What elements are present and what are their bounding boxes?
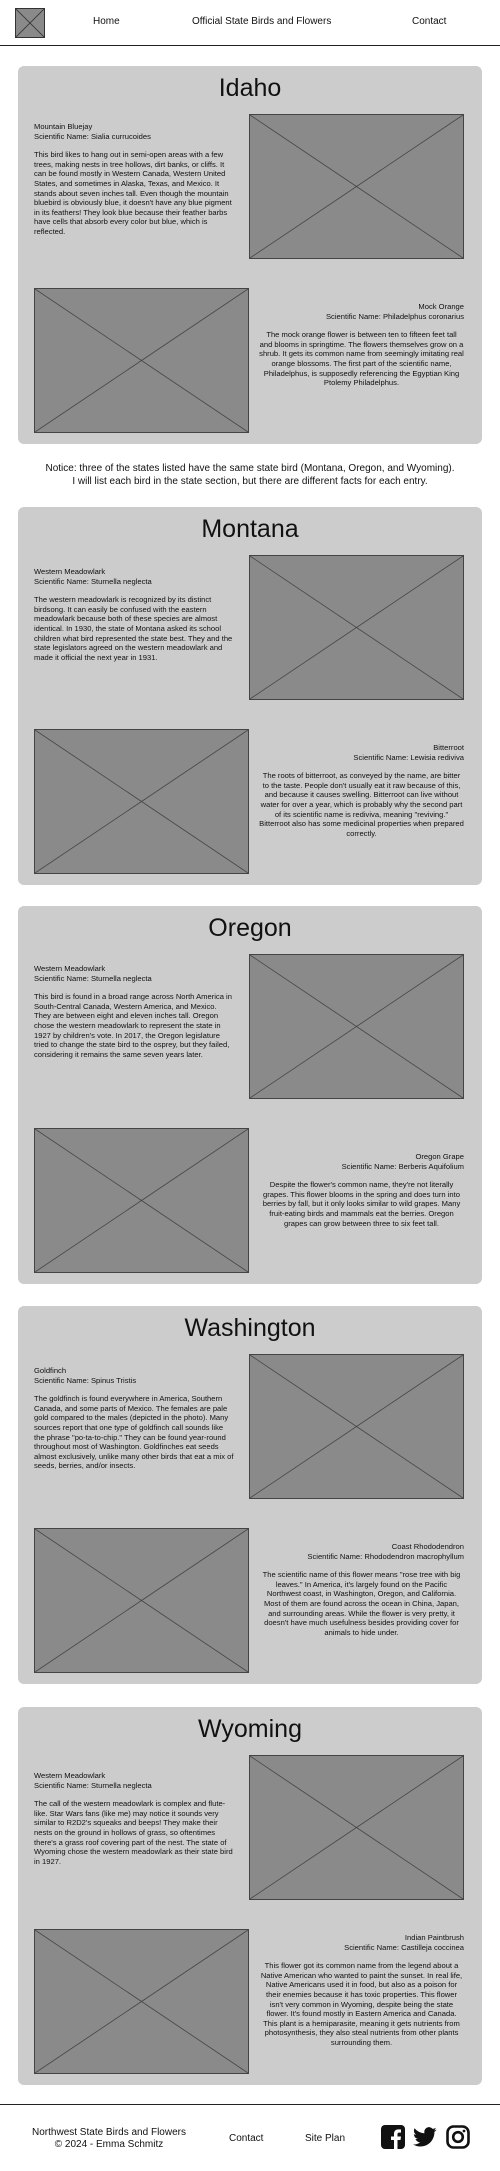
logo-placeholder-icon[interactable]: [14, 7, 46, 39]
state-section-washington: Washington Goldfinch Scientific Name: Sp…: [18, 1306, 482, 1684]
site-footer: Northwest State Birds and Flowers © 2024…: [0, 2104, 500, 2171]
bird-image-placeholder: [249, 114, 464, 259]
bird-scientific-name: Scientific Name: Sturnella neglecta: [34, 576, 152, 586]
bird-scientific-name: Scientific Name: Sturnella neglecta: [34, 973, 152, 983]
footer-contact-link[interactable]: Contact: [229, 2133, 263, 2144]
bird-info: Goldfinch Scientific Name: Spinus Tristi…: [34, 1366, 234, 1471]
flower-common-name: Mock Orange: [418, 302, 464, 311]
state-section-wyoming: Wyoming Western Meadowlark Scientific Na…: [18, 1707, 482, 2085]
bird-common-name: Western Meadowlark: [34, 964, 106, 973]
flower-info: Oregon Grape Scientific Name: Berberis A…: [259, 1152, 464, 1228]
bird-description: This bird likes to hang out in semi-open…: [34, 150, 232, 236]
flower-image-placeholder: [34, 1929, 249, 2074]
bird-image-placeholder: [249, 555, 464, 700]
instagram-icon[interactable]: [446, 2125, 470, 2149]
footer-copyright: © 2024 - Emma Schmitz: [54, 2139, 164, 2150]
state-title: Montana: [201, 515, 299, 543]
footer-site-plan-link[interactable]: Site Plan: [305, 2133, 345, 2144]
flower-common-name: Indian Paintbrush: [404, 1933, 464, 1942]
notice-text: Notice: three of the states listed have …: [18, 462, 482, 488]
flower-image-placeholder: [34, 1128, 249, 1273]
nav-birds-flowers-link[interactable]: Official State Birds and Flowers: [192, 16, 331, 27]
footer-brand: Northwest State Birds and Flowers © 2024…: [24, 2127, 194, 2151]
bird-image-placeholder: [249, 954, 464, 1099]
footer-site-name: Northwest State Birds and Flowers: [32, 2127, 186, 2138]
bird-info: Western Meadowlark Scientific Name: Stur…: [34, 964, 234, 1059]
bird-scientific-name: Scientific Name: Sialia currucoides: [34, 131, 151, 141]
twitter-icon[interactable]: [413, 2125, 437, 2149]
state-section-montana: Montana Western Meadowlark Scientific Na…: [18, 507, 482, 885]
state-title: Washington: [184, 1314, 316, 1342]
state-title: Idaho: [218, 74, 282, 102]
facebook-icon[interactable]: [381, 2125, 405, 2149]
state-title: Oregon: [208, 914, 292, 942]
flower-scientific-name: Scientific Name: Berberis Aquifolium: [341, 1161, 464, 1171]
nav-contact-link[interactable]: Contact: [412, 16, 446, 27]
flower-image-placeholder: [34, 288, 249, 433]
bird-scientific-name: Scientific Name: Sturnella neglecta: [34, 1780, 152, 1790]
flower-common-name: Coast Rhododendron: [391, 1542, 464, 1551]
flower-scientific-name: Scientific Name: Castilleja coccinea: [344, 1942, 464, 1952]
bird-image-placeholder: [249, 1354, 464, 1499]
flower-description: The mock orange flower is between ten to…: [259, 330, 464, 388]
flower-info: Bitterroot Scientific Name: Lewisia redi…: [259, 743, 464, 838]
flower-scientific-name: Scientific Name: Philadelphus coronarius: [325, 311, 464, 321]
bird-scientific-name: Scientific Name: Spinus Tristis: [34, 1375, 137, 1385]
bird-info: Western Meadowlark Scientific Name: Stur…: [34, 567, 234, 662]
flower-description: Despite the flower's common name, they'r…: [262, 1180, 461, 1228]
state-section-oregon: Oregon Western Meadowlark Scientific Nam…: [18, 906, 482, 1284]
bird-description: The call of the western meadowlark is co…: [34, 1799, 233, 1866]
bird-image-placeholder: [249, 1755, 464, 1900]
flower-info: Coast Rhododendron Scientific Name: Rhod…: [259, 1542, 464, 1637]
bird-common-name: Western Meadowlark: [34, 1771, 106, 1780]
bird-common-name: Western Meadowlark: [34, 567, 106, 576]
flower-description: The scientific name of this flower means…: [262, 1570, 461, 1637]
bird-common-name: Goldfinch: [34, 1366, 67, 1375]
flower-description: The roots of bitterroot, as conveyed by …: [259, 771, 464, 838]
notice-line-1: Notice: three of the states listed have …: [45, 463, 455, 474]
flower-image-placeholder: [34, 1528, 249, 1673]
flower-info: Indian Paintbrush Scientific Name: Casti…: [259, 1933, 464, 2048]
flower-common-name: Oregon Grape: [415, 1152, 464, 1161]
bird-description: The goldfinch is found everywhere in Ame…: [34, 1394, 234, 1471]
notice-line-2: I will list each bird in the state secti…: [72, 476, 428, 487]
flower-description: This flower got its common name from the…: [260, 1961, 463, 2047]
bird-common-name: Mountain Bluejay: [34, 122, 93, 131]
bird-description: This bird is found in a broad range acro…: [34, 992, 232, 1059]
flower-info: Mock Orange Scientific Name: Philadelphu…: [259, 302, 464, 388]
flower-scientific-name: Scientific Name: Rhododendron macrophyll…: [307, 1551, 464, 1561]
flower-scientific-name: Scientific Name: Lewisia rediviva: [353, 752, 464, 762]
bird-description: The western meadowlark is recognized by …: [34, 595, 233, 662]
state-title: Wyoming: [198, 1715, 302, 1743]
state-section-idaho: Idaho Mountain Bluejay Scientific Name: …: [18, 66, 482, 444]
site-header: Home Official State Birds and Flowers Co…: [0, 0, 500, 46]
flower-image-placeholder: [34, 729, 249, 874]
bird-info: Western Meadowlark Scientific Name: Stur…: [34, 1771, 234, 1866]
bird-info: Mountain Bluejay Scientific Name: Sialia…: [34, 122, 234, 237]
nav-home-link[interactable]: Home: [93, 16, 120, 27]
flower-common-name: Bitterroot: [433, 743, 464, 752]
